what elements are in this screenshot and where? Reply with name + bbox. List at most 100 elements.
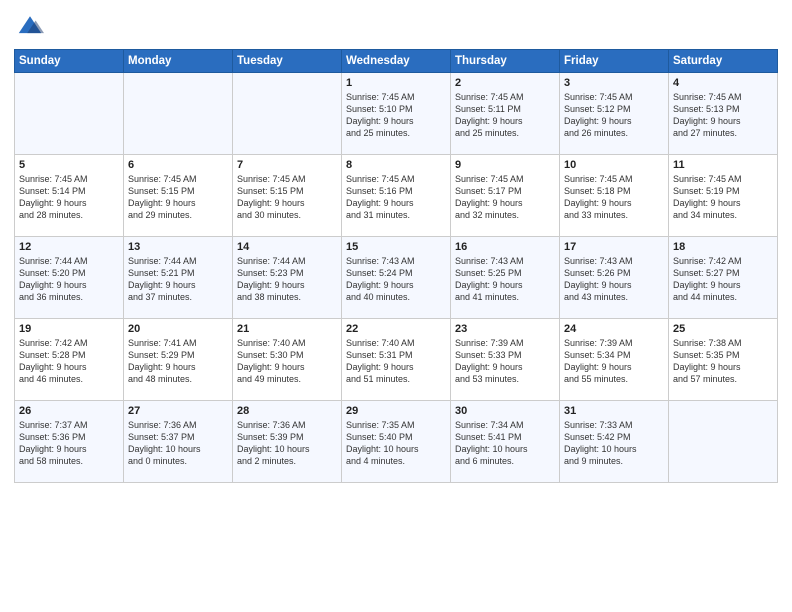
day-cell: 7Sunrise: 7:45 AM Sunset: 5:15 PM Daylig… [233, 155, 342, 237]
header-cell-sunday: Sunday [15, 50, 124, 73]
day-cell [124, 73, 233, 155]
day-cell: 31 Sunrise: 7:33 AM Sunset: 5:42 PM Dayli… [560, 401, 669, 483]
day-cell: 11Sunrise: 7:45 AM Sunset: 5:19 PM Dayli… [669, 155, 778, 237]
day-cell: 20 Sunrise: 7:41 AM Sunset: 5:29 PM Dayli… [124, 319, 233, 401]
day-number: 19 [19, 323, 119, 335]
day-cell: 4 Sunrise: 7:45 AM Sunset: 5:13 PM Daylig… [669, 73, 778, 155]
day-info: Sunrise: 7:44 AM Sunset: 5:23 PM Dayligh… [237, 255, 337, 304]
week-row-5: 26 Sunrise: 7:37 AM Sunset: 5:36 PM Dayli… [15, 401, 778, 483]
day-cell: 28Sunrise: 7:36 AM Sunset: 5:39 PM Dayli… [233, 401, 342, 483]
day-number: 21 [237, 323, 337, 335]
day-cell: 18Sunrise: 7:42 AM Sunset: 5:27 PM Dayli… [669, 237, 778, 319]
header [14, 10, 778, 43]
day-number: 7 [237, 159, 337, 171]
day-cell: 29 Sunrise: 7:35 AM Sunset: 5:40 PM Dayli… [342, 401, 451, 483]
day-info: Sunrise: 7:43 AM Sunset: 5:24 PM Dayligh… [346, 255, 446, 304]
day-number: 13 [128, 241, 228, 253]
day-info: Sunrise: 7:45 AM Sunset: 5:18 PM Dayligh… [564, 173, 664, 222]
day-cell: 15 Sunrise: 7:43 AM Sunset: 5:24 PM Dayli… [342, 237, 451, 319]
day-info: Sunrise: 7:45 AM Sunset: 5:16 PM Dayligh… [346, 173, 446, 222]
day-cell [15, 73, 124, 155]
day-number: 22 [346, 323, 446, 335]
day-cell: 1 Sunrise: 7:45 AM Sunset: 5:10 PM Daylig… [342, 73, 451, 155]
day-number: 15 [346, 241, 446, 253]
week-row-4: 19 Sunrise: 7:42 AM Sunset: 5:28 PM Dayli… [15, 319, 778, 401]
day-info: Sunrise: 7:43 AM Sunset: 5:25 PM Dayligh… [455, 255, 555, 304]
day-number: 29 [346, 405, 446, 417]
day-number: 25 [673, 323, 773, 335]
day-info: Sunrise: 7:37 AM Sunset: 5:36 PM Dayligh… [19, 419, 119, 468]
day-number: 2 [455, 77, 555, 89]
day-info: Sunrise: 7:43 AM Sunset: 5:26 PM Dayligh… [564, 255, 664, 304]
day-number: 20 [128, 323, 228, 335]
day-info: Sunrise: 7:45 AM Sunset: 5:11 PM Dayligh… [455, 91, 555, 140]
day-cell: 22 Sunrise: 7:40 AM Sunset: 5:31 PM Dayli… [342, 319, 451, 401]
day-info: Sunrise: 7:41 AM Sunset: 5:29 PM Dayligh… [128, 337, 228, 386]
day-info: Sunrise: 7:45 AM Sunset: 5:10 PM Dayligh… [346, 91, 446, 140]
day-info: Sunrise: 7:33 AM Sunset: 5:42 PM Dayligh… [564, 419, 664, 468]
day-cell: 10 Sunrise: 7:45 AM Sunset: 5:18 PM Dayli… [560, 155, 669, 237]
page-container: SundayMondayTuesdayWednesdayThursdayFrid… [0, 0, 792, 493]
day-cell: 24Sunrise: 7:39 AM Sunset: 5:34 PM Dayli… [560, 319, 669, 401]
day-number: 12 [19, 241, 119, 253]
header-cell-thursday: Thursday [451, 50, 560, 73]
day-number: 27 [128, 405, 228, 417]
day-cell: 12 Sunrise: 7:44 AM Sunset: 5:20 PM Dayli… [15, 237, 124, 319]
day-number: 23 [455, 323, 555, 335]
header-cell-saturday: Saturday [669, 50, 778, 73]
week-row-2: 5 Sunrise: 7:45 AM Sunset: 5:14 PM Daylig… [15, 155, 778, 237]
calendar-table: SundayMondayTuesdayWednesdayThursdayFrid… [14, 49, 778, 483]
day-cell: 6 Sunrise: 7:45 AM Sunset: 5:15 PM Daylig… [124, 155, 233, 237]
day-cell: 13Sunrise: 7:44 AM Sunset: 5:21 PM Dayli… [124, 237, 233, 319]
day-cell: 17 Sunrise: 7:43 AM Sunset: 5:26 PM Dayli… [560, 237, 669, 319]
day-info: Sunrise: 7:35 AM Sunset: 5:40 PM Dayligh… [346, 419, 446, 468]
day-info: Sunrise: 7:44 AM Sunset: 5:20 PM Dayligh… [19, 255, 119, 304]
day-cell: 5 Sunrise: 7:45 AM Sunset: 5:14 PM Daylig… [15, 155, 124, 237]
day-number: 14 [237, 241, 337, 253]
day-info: Sunrise: 7:36 AM Sunset: 5:37 PM Dayligh… [128, 419, 228, 468]
day-info: Sunrise: 7:42 AM Sunset: 5:27 PM Dayligh… [673, 255, 773, 304]
day-info: Sunrise: 7:45 AM Sunset: 5:15 PM Dayligh… [128, 173, 228, 222]
logo [14, 10, 44, 43]
day-number: 31 [564, 405, 664, 417]
day-cell [233, 73, 342, 155]
header-row: SundayMondayTuesdayWednesdayThursdayFrid… [15, 50, 778, 73]
day-number: 4 [673, 77, 773, 89]
calendar-body: 1 Sunrise: 7:45 AM Sunset: 5:10 PM Daylig… [15, 73, 778, 483]
day-number: 28 [237, 405, 337, 417]
day-number: 16 [455, 241, 555, 253]
day-info: Sunrise: 7:39 AM Sunset: 5:34 PM Dayligh… [564, 337, 664, 386]
day-cell: 8Sunrise: 7:45 AM Sunset: 5:16 PM Daylig… [342, 155, 451, 237]
day-number: 11 [673, 159, 773, 171]
day-number: 5 [19, 159, 119, 171]
day-cell: 27 Sunrise: 7:36 AM Sunset: 5:37 PM Dayli… [124, 401, 233, 483]
day-info: Sunrise: 7:38 AM Sunset: 5:35 PM Dayligh… [673, 337, 773, 386]
day-number: 1 [346, 77, 446, 89]
day-number: 3 [564, 77, 664, 89]
day-info: Sunrise: 7:40 AM Sunset: 5:30 PM Dayligh… [237, 337, 337, 386]
day-info: Sunrise: 7:45 AM Sunset: 5:12 PM Dayligh… [564, 91, 664, 140]
day-number: 10 [564, 159, 664, 171]
day-info: Sunrise: 7:45 AM Sunset: 5:14 PM Dayligh… [19, 173, 119, 222]
day-cell: 9Sunrise: 7:45 AM Sunset: 5:17 PM Daylig… [451, 155, 560, 237]
day-number: 30 [455, 405, 555, 417]
day-number: 6 [128, 159, 228, 171]
header-cell-wednesday: Wednesday [342, 50, 451, 73]
day-info: Sunrise: 7:40 AM Sunset: 5:31 PM Dayligh… [346, 337, 446, 386]
day-cell: 30Sunrise: 7:34 AM Sunset: 5:41 PM Dayli… [451, 401, 560, 483]
day-number: 26 [19, 405, 119, 417]
day-cell: 16 Sunrise: 7:43 AM Sunset: 5:25 PM Dayli… [451, 237, 560, 319]
day-info: Sunrise: 7:45 AM Sunset: 5:13 PM Dayligh… [673, 91, 773, 140]
header-cell-tuesday: Tuesday [233, 50, 342, 73]
day-cell: 26 Sunrise: 7:37 AM Sunset: 5:36 PM Dayli… [15, 401, 124, 483]
day-info: Sunrise: 7:42 AM Sunset: 5:28 PM Dayligh… [19, 337, 119, 386]
header-cell-friday: Friday [560, 50, 669, 73]
header-cell-monday: Monday [124, 50, 233, 73]
day-cell: 19 Sunrise: 7:42 AM Sunset: 5:28 PM Dayli… [15, 319, 124, 401]
week-row-3: 12 Sunrise: 7:44 AM Sunset: 5:20 PM Dayli… [15, 237, 778, 319]
day-cell: 2 Sunrise: 7:45 AM Sunset: 5:11 PM Daylig… [451, 73, 560, 155]
day-cell [669, 401, 778, 483]
day-number: 17 [564, 241, 664, 253]
day-cell: 25 Sunrise: 7:38 AM Sunset: 5:35 PM Dayli… [669, 319, 778, 401]
day-cell: 14 Sunrise: 7:44 AM Sunset: 5:23 PM Dayli… [233, 237, 342, 319]
